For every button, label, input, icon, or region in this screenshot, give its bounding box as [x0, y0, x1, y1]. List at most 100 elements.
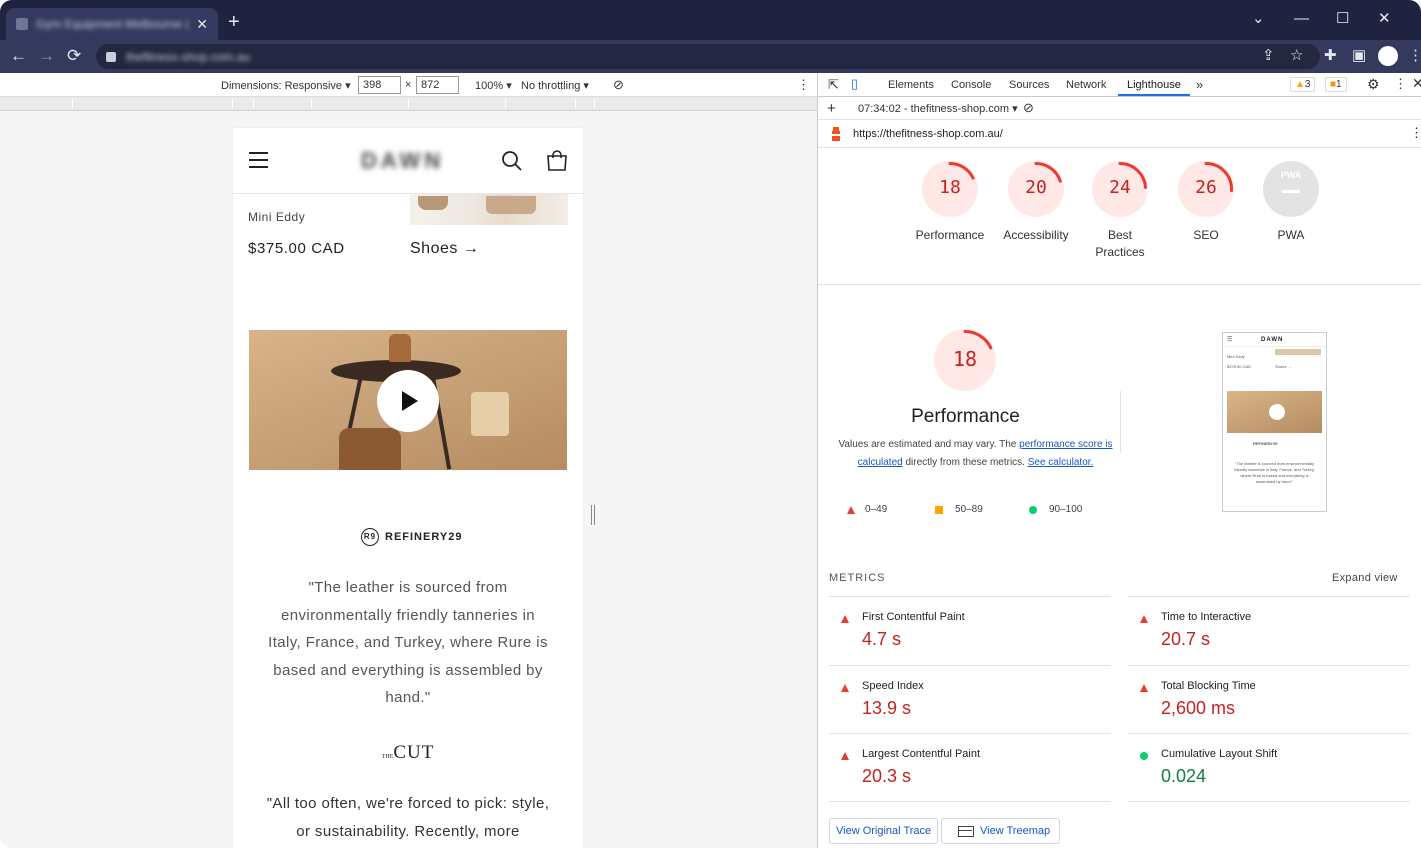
gauge-label: Accessibility [1003, 228, 1069, 242]
dimensions-select[interactable]: Dimensions: Responsive ▾ [221, 79, 351, 92]
rotate-disabled-icon[interactable]: ⊘ [613, 77, 624, 93]
tab-sources[interactable]: Sources [1009, 79, 1049, 91]
browser-tab[interactable]: Gym Equipment Melbourne (Po ✕ [6, 8, 218, 40]
address-url: thefitness-shop.com.au [126, 49, 251, 64]
device-toggle-icon[interactable]: ▯ [851, 76, 858, 92]
settings-gear-icon[interactable]: ⚙ [1367, 76, 1380, 93]
gauge-label: Best Practices [1095, 228, 1145, 259]
zoom-select[interactable]: 100% ▾ [475, 79, 512, 92]
desc-text-2: directly from these metrics. [902, 456, 1028, 468]
minimize-button[interactable]: — [1294, 10, 1309, 28]
warnings-badge[interactable]: ▲3 [1290, 77, 1316, 92]
product-name[interactable]: Mini Eddy [248, 210, 305, 224]
inspect-element-icon[interactable]: ⇱ [828, 77, 839, 93]
performance-description: Values are estimated and may vary. The p… [838, 436, 1113, 471]
report-menu-icon[interactable]: ⋮ [1410, 125, 1421, 141]
cart-icon[interactable] [546, 150, 568, 172]
fail-triangle-icon [841, 752, 849, 760]
gauge-seo[interactable]: 26 SEO [1161, 161, 1251, 244]
close-devtools-icon[interactable]: ✕ [1412, 75, 1421, 92]
search-icon[interactable] [501, 150, 523, 172]
gauge-score: 26 [1195, 177, 1217, 198]
performance-title: Performance [911, 406, 1020, 427]
hamburger-menu-icon[interactable] [249, 152, 268, 168]
active-tab-indicator [1118, 94, 1190, 96]
bookmark-star-icon[interactable]: ☆ [1290, 47, 1303, 65]
gauge-label: PWA [1277, 228, 1305, 242]
fail-triangle-icon [841, 615, 849, 623]
devtools-menu-icon[interactable]: ⋮ [1394, 76, 1407, 92]
view-original-trace-button[interactable]: View Original Trace [829, 818, 939, 844]
side-panel-icon[interactable]: ▣ [1352, 47, 1366, 65]
issues-badge[interactable]: ■1 [1325, 77, 1347, 92]
metric-value: 20.7 s [1161, 629, 1211, 649]
average-square-icon [935, 505, 943, 514]
tab-title: Gym Equipment Melbourne (Po [36, 17, 189, 31]
gauge-performance[interactable]: 18 Performance [905, 161, 995, 244]
new-report-icon[interactable]: + [827, 100, 836, 117]
gauge-label: Performance [915, 228, 985, 242]
gauge-pwa[interactable]: PWA PWA [1246, 161, 1336, 244]
viewport-resize-handle[interactable] [591, 505, 595, 525]
tab-network[interactable]: Network [1066, 79, 1106, 91]
reload-icon[interactable]: ⟳ [67, 46, 81, 66]
lighthouse-icon [832, 127, 840, 141]
refinery29-logo: R9 REFINERY29 [361, 528, 462, 546]
pass-circle-icon [1029, 505, 1037, 514]
dimension-times: × [405, 79, 412, 91]
profile-avatar[interactable] [1378, 46, 1398, 66]
gauge-score: 18 [939, 177, 961, 198]
see-calculator-link[interactable]: See calculator. [1028, 457, 1094, 468]
thumb-product: Mini Eddy [1227, 354, 1245, 359]
gauge-accessibility[interactable]: 20 Accessibility [991, 161, 1081, 244]
clear-reports-icon[interactable]: ⊘ [1023, 100, 1034, 116]
performance-gauge-large: 18 [934, 329, 996, 391]
metric-speed-index: Speed Index 13.9 s [829, 665, 1111, 733]
pwa-badge-icon: PWA [1280, 170, 1302, 180]
share-icon[interactable]: ⇪ [1262, 47, 1275, 65]
tab-lighthouse[interactable]: Lighthouse [1127, 79, 1181, 91]
tab-console[interactable]: Console [951, 79, 991, 91]
back-icon[interactable]: ← [10, 46, 27, 66]
throttling-select[interactable]: No throttling ▾ [521, 79, 589, 92]
metric-value: 13.9 s [862, 698, 912, 718]
video-thumbnail[interactable] [249, 330, 567, 470]
media-query-ruler[interactable] [0, 97, 817, 111]
device-toolbar-menu-icon[interactable]: ⋮ [797, 77, 810, 93]
report-selector[interactable]: 07:34:02 - thefitness-shop.com ▾ [858, 102, 1018, 115]
close-window-button[interactable]: ✕ [1378, 10, 1391, 28]
expand-view-toggle[interactable]: Expand view [1332, 572, 1398, 584]
tab-list-icon[interactable]: ⌄ [1252, 10, 1265, 28]
metric-total-blocking-time: Total Blocking Time 2,600 ms [1128, 665, 1410, 733]
viewport-width-input[interactable]: 398 [358, 76, 401, 94]
shoes-collection-image[interactable] [410, 194, 568, 225]
address-bar[interactable]: thefitness-shop.com.au [96, 44, 1320, 69]
devtools-panel: ⇱ ▯ Elements Console Sources Network Lig… [817, 73, 1421, 848]
metric-value: 20.3 s [862, 766, 912, 786]
fail-triangle-icon [1140, 615, 1148, 623]
product-price: $375.00 CAD [248, 240, 345, 257]
site-logo[interactable]: DAWN [361, 148, 444, 174]
warning-icon: ▲ [1295, 79, 1305, 90]
browser-menu-icon[interactable]: ⋮ [1408, 47, 1421, 65]
fail-triangle-icon [841, 684, 849, 692]
more-tabs-icon[interactable]: » [1196, 77, 1203, 92]
lock-icon [106, 51, 116, 62]
new-tab-button[interactable]: + [228, 12, 240, 32]
tab-close-icon[interactable]: ✕ [196, 16, 208, 33]
shoes-collection-link[interactable]: Shoes → [410, 240, 479, 258]
metric-value: 2,600 ms [1161, 698, 1236, 718]
score-arc [963, 330, 993, 350]
forward-icon[interactable]: → [38, 46, 55, 66]
report-url[interactable]: https://thefitness-shop.com.au/ [853, 128, 1003, 140]
play-icon[interactable] [377, 370, 439, 432]
extensions-icon[interactable]: ✚ [1324, 47, 1337, 65]
view-treemap-button[interactable]: View Treemap [941, 818, 1060, 844]
viewport-height-input[interactable]: 872 [416, 76, 459, 94]
final-screenshot[interactable]: ☰ DAWN Mini Eddy $375.00 CAD Shoes → REF… [1222, 332, 1327, 512]
gauge-best-practices[interactable]: 24 Best Practices [1075, 161, 1165, 261]
tab-elements[interactable]: Elements [888, 79, 934, 91]
metric-name: Time to Interactive [1161, 611, 1252, 623]
legend-good: 90–100 [1029, 504, 1082, 515]
maximize-button[interactable]: ☐ [1336, 10, 1349, 28]
